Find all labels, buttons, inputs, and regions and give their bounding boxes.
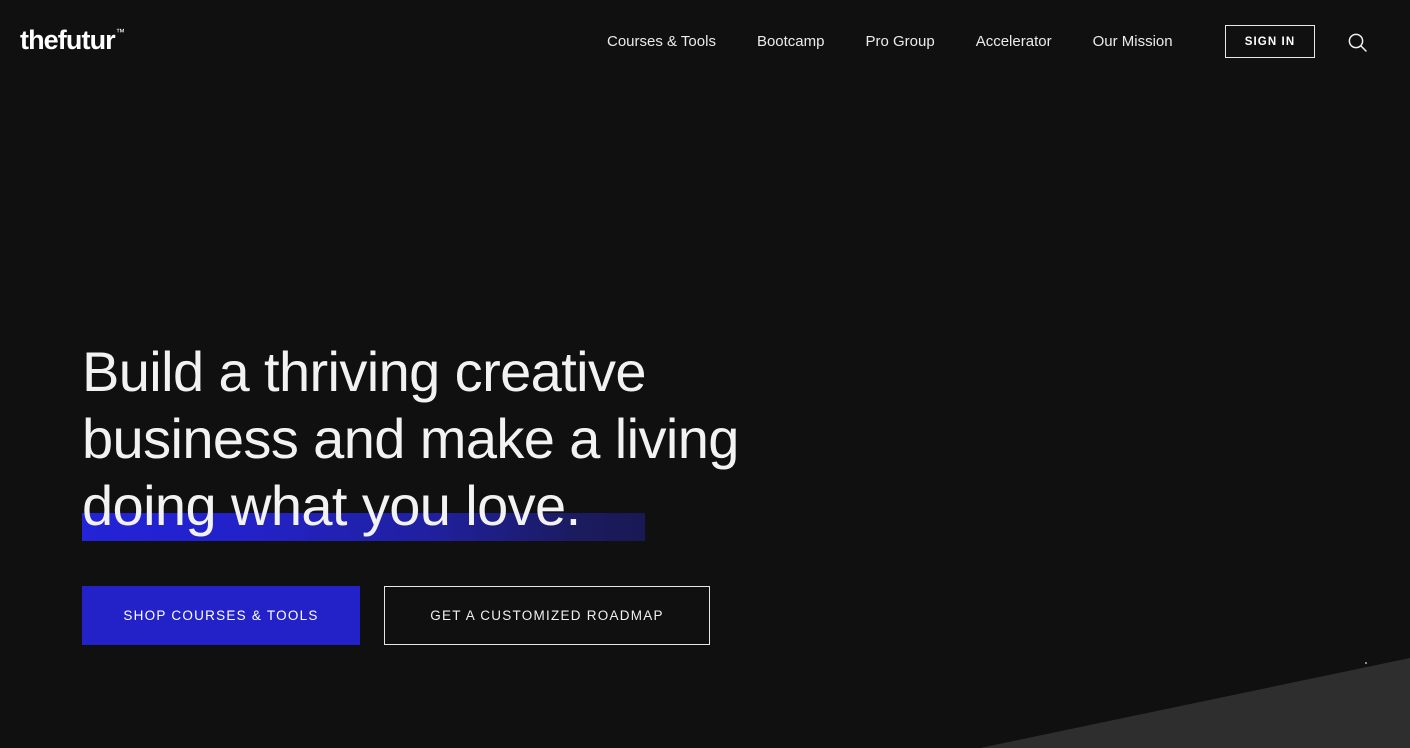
logo-wordmark: thefutur — [20, 25, 116, 55]
site-header: thefutur ™ Courses & Tools Bootcamp Pro … — [0, 0, 1410, 82]
sign-in-button[interactable]: SIGN IN — [1225, 25, 1315, 58]
nav-item-our-mission[interactable]: Our Mission — [1093, 30, 1173, 54]
nav-item-pro-group[interactable]: Pro Group — [866, 30, 935, 54]
decorative-speck — [1365, 662, 1367, 664]
nav-item-courses-and-tools[interactable]: Courses & Tools — [607, 30, 716, 54]
headline-line-1: Build a thriving creative — [82, 340, 647, 403]
site-logo[interactable]: thefutur ™ — [20, 27, 125, 54]
hero-section: Build a thriving creative business and m… — [0, 0, 1410, 748]
hero-cta-row: SHOP COURSES & TOOLS GET A CUSTOMIZED RO… — [82, 586, 710, 645]
headline-line-3-highlighted: doing what you love. — [82, 472, 842, 541]
main-navigation: Courses & Tools Bootcamp Pro Group Accel… — [607, 30, 1173, 54]
get-customized-roadmap-button[interactable]: GET A CUSTOMIZED ROADMAP — [384, 586, 710, 645]
logo-trademark-icon: ™ — [115, 27, 125, 37]
nav-item-bootcamp[interactable]: Bootcamp — [757, 30, 825, 54]
nav-item-accelerator[interactable]: Accelerator — [976, 30, 1052, 54]
shop-courses-and-tools-button[interactable]: SHOP COURSES & TOOLS — [82, 586, 360, 645]
headline-line-3-text: doing what you love. — [82, 474, 581, 537]
search-button[interactable] — [1345, 30, 1369, 54]
search-icon — [1348, 33, 1367, 52]
hero-headline: Build a thriving creative business and m… — [82, 338, 842, 541]
decorative-corner-wedge — [980, 658, 1410, 748]
headline-line-2: business and make a living — [82, 407, 739, 470]
